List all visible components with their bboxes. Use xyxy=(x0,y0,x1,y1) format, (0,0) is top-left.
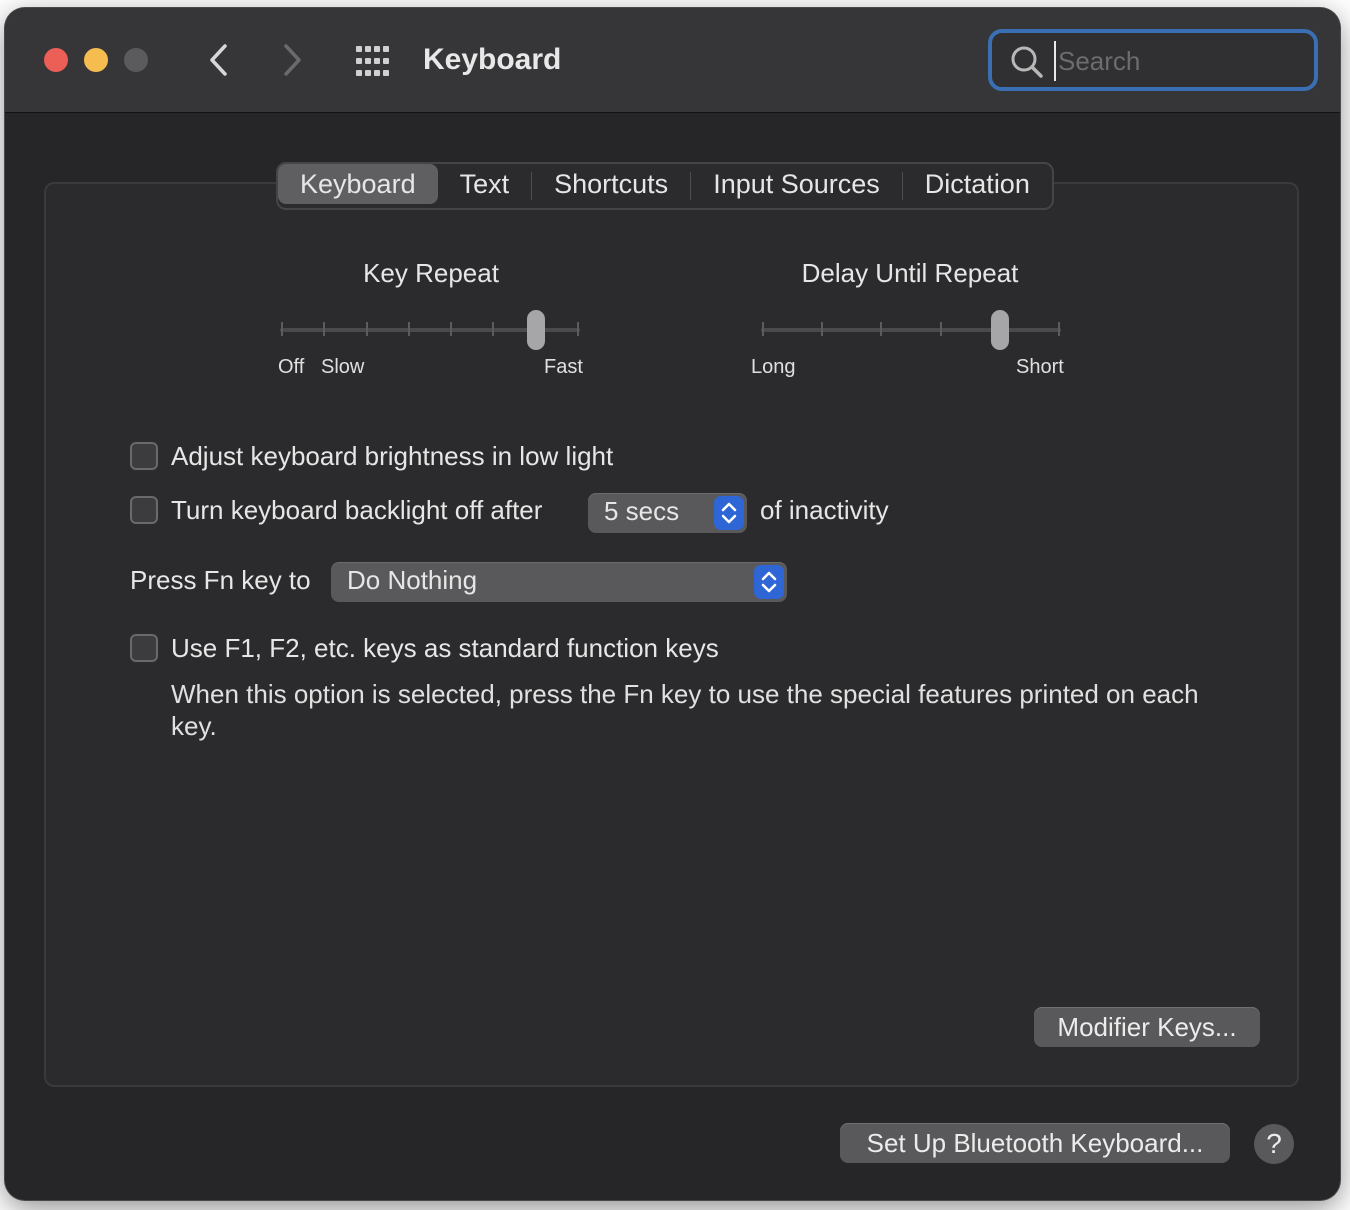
tab-keyboard[interactable]: Keyboard xyxy=(278,164,438,204)
slider-thumb[interactable] xyxy=(990,310,1009,350)
keyboard-preferences-window: Keyboard Keyboard Text Shortcuts Input S… xyxy=(5,8,1340,1200)
slider-tick xyxy=(939,322,942,336)
backlight-timeout-value: 5 secs xyxy=(604,496,680,526)
slider-tick xyxy=(492,322,495,336)
slider-track xyxy=(761,328,1061,332)
slider-tick xyxy=(880,322,883,336)
chevron-left-icon xyxy=(210,44,227,76)
slider-tick xyxy=(407,322,410,336)
slider-thumb[interactable] xyxy=(526,310,545,350)
backlight-off-label: Turn keyboard backlight off after xyxy=(171,495,543,525)
inactivity-suffix-label: of inactivity xyxy=(760,495,889,525)
search-icon xyxy=(1011,46,1043,78)
delay-until-repeat-slider[interactable] xyxy=(761,310,1061,350)
tab-text[interactable]: Text xyxy=(438,164,532,204)
slider-tick xyxy=(577,322,579,336)
tab-shortcuts[interactable]: Shortcuts xyxy=(532,164,690,204)
key-repeat-label-fast: Fast xyxy=(544,356,583,378)
slider-tick xyxy=(1058,322,1060,336)
minimize-window-button[interactable] xyxy=(84,48,108,72)
slider-tick xyxy=(281,322,283,336)
title-bar: Keyboard xyxy=(5,8,1340,113)
up-down-arrows-icon xyxy=(714,496,744,530)
tab-bar: Keyboard Text Shortcuts Input Sources Di… xyxy=(276,162,1054,210)
key-repeat-label-slow: Slow xyxy=(321,356,365,378)
slider-tick xyxy=(323,322,326,336)
chevron-right-icon xyxy=(284,44,301,76)
standard-function-keys-checkbox[interactable] xyxy=(130,634,158,662)
delay-label-long: Long xyxy=(751,356,796,378)
window-title: Keyboard xyxy=(423,43,562,76)
close-window-button[interactable] xyxy=(44,48,68,72)
slider-tick xyxy=(365,322,368,336)
slider-tick xyxy=(762,322,764,336)
show-all-button[interactable] xyxy=(354,44,394,80)
back-button[interactable] xyxy=(197,38,241,82)
slider-tick xyxy=(821,322,824,336)
function-keys-description: When this option is selected, press the … xyxy=(171,679,1199,741)
backlight-timeout-select[interactable]: 5 secs xyxy=(588,493,747,533)
tab-input-sources[interactable]: Input Sources xyxy=(691,164,902,204)
adjust-brightness-checkbox[interactable] xyxy=(130,442,158,470)
delay-until-repeat-title: Delay Until Repeat xyxy=(801,258,1019,288)
forward-button[interactable] xyxy=(270,38,314,82)
adjust-brightness-label: Adjust keyboard brightness in low light xyxy=(171,441,614,471)
delay-label-short: Short xyxy=(1016,356,1064,378)
slider-tick xyxy=(450,322,453,336)
zoom-window-button[interactable] xyxy=(124,48,148,72)
key-repeat-title: Key Repeat xyxy=(363,258,499,288)
standard-function-keys-label: Use F1, F2, etc. keys as standard functi… xyxy=(171,633,719,663)
help-button[interactable]: ? xyxy=(1254,1124,1294,1164)
setup-bluetooth-keyboard-button[interactable]: Set Up Bluetooth Keyboard... xyxy=(840,1123,1230,1163)
tab-dictation[interactable]: Dictation xyxy=(903,164,1052,204)
fn-key-action-value: Do Nothing xyxy=(347,565,478,595)
key-repeat-slider[interactable] xyxy=(280,310,580,350)
up-down-arrows-icon xyxy=(754,565,784,599)
search-field[interactable] xyxy=(988,29,1318,91)
fn-key-label: Press Fn key to xyxy=(130,565,311,595)
fn-key-action-select[interactable]: Do Nothing xyxy=(331,562,787,602)
grid-icon xyxy=(356,46,389,76)
key-repeat-label-off: Off xyxy=(278,356,305,378)
modifier-keys-button[interactable]: Modifier Keys... xyxy=(1034,1007,1260,1047)
backlight-off-checkbox[interactable] xyxy=(130,496,158,524)
search-input[interactable] xyxy=(1054,41,1294,81)
